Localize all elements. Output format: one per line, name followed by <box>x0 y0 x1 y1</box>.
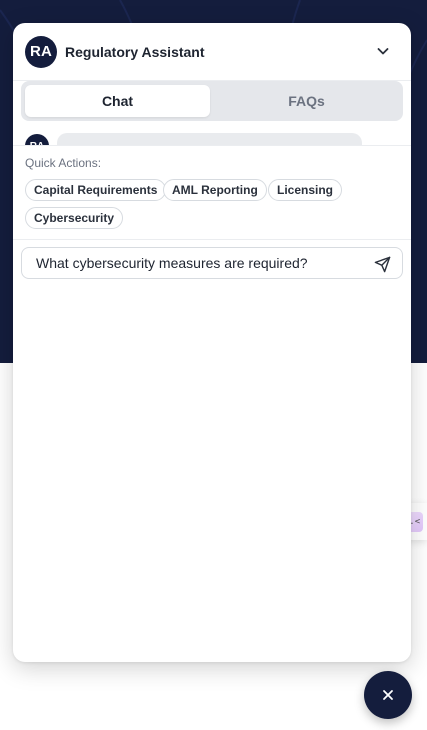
assistant-title: Regulatory Assistant <box>65 43 205 60</box>
message-list[interactable]: RA <box>13 127 411 145</box>
tab-bar: Chat FAQs <box>21 81 403 121</box>
message-input[interactable] <box>34 254 358 272</box>
close-icon <box>383 690 393 700</box>
quick-action-capital-requirements[interactable]: Capital Requirements <box>25 179 167 201</box>
quick-action-cybersecurity[interactable]: Cybersecurity <box>25 207 124 229</box>
chat-header: RA Regulatory Assistant <box>13 23 411 81</box>
message-avatar: RA <box>25 134 49 145</box>
chevron-down-icon <box>377 48 389 55</box>
assistant-avatar: RA <box>25 35 57 68</box>
tab-chat[interactable]: Chat <box>25 85 210 117</box>
quick-action-aml-reporting[interactable]: AML Reporting <box>163 179 267 201</box>
message-composer <box>21 247 403 279</box>
quick-actions: Quick Actions: Capital Requirements AML … <box>13 145 411 240</box>
send-icon <box>374 256 390 272</box>
message-bubble <box>57 133 362 145</box>
collapse-button[interactable] <box>373 41 393 61</box>
quick-action-licensing[interactable]: Licensing <box>268 179 343 201</box>
send-button[interactable] <box>372 254 392 274</box>
quick-actions-label: Quick Actions: <box>25 156 102 170</box>
tab-faqs[interactable]: FAQs <box>214 85 399 117</box>
chat-panel: RA Regulatory Assistant Chat FAQs RA Qui… <box>13 23 411 662</box>
close-chat-button[interactable] <box>364 671 412 719</box>
